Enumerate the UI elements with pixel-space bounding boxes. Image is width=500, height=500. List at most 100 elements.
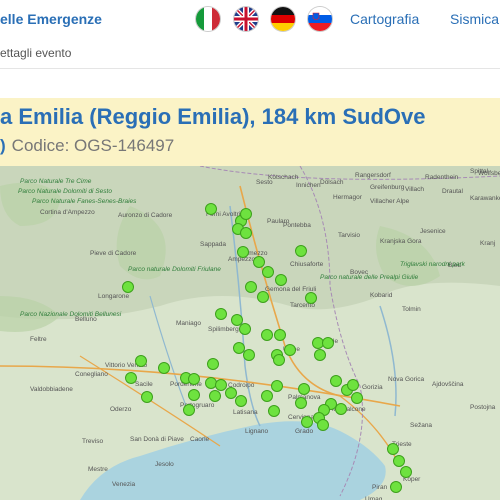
station-marker[interactable] xyxy=(335,403,347,415)
station-marker[interactable] xyxy=(317,419,329,431)
nav-sismica[interactable]: Sismica xyxy=(450,11,499,27)
station-marker[interactable] xyxy=(188,373,200,385)
map-place-label: Sappada xyxy=(200,241,227,248)
map-park-label: Parco Naturale Dolomiti di Sesto xyxy=(18,188,112,195)
station-marker[interactable] xyxy=(188,389,200,401)
station-marker[interactable] xyxy=(330,375,342,387)
station-marker[interactable] xyxy=(387,443,399,455)
map-place-label: Valdobbiadene xyxy=(30,386,73,393)
station-marker[interactable] xyxy=(122,281,134,293)
map-place-label: Conegliano xyxy=(75,371,108,378)
station-marker[interactable] xyxy=(235,395,247,407)
map-place-label: Villach xyxy=(405,186,425,193)
station-marker[interactable] xyxy=(271,380,283,392)
station-marker[interactable] xyxy=(245,281,257,293)
station-marker[interactable] xyxy=(207,358,219,370)
map-place-label: Nova Gorica xyxy=(388,376,425,383)
map-place-label: Wolfsberg xyxy=(478,170,500,177)
station-marker[interactable] xyxy=(268,405,280,417)
station-marker[interactable] xyxy=(314,349,326,361)
map-place-label: Ajdovščina xyxy=(432,381,464,388)
station-marker[interactable] xyxy=(390,481,402,493)
station-marker[interactable] xyxy=(393,455,405,467)
station-marker[interactable] xyxy=(261,390,273,402)
station-marker[interactable] xyxy=(237,246,249,258)
map-place-label: Longarone xyxy=(98,293,130,300)
map-place-label: Piran xyxy=(372,484,388,491)
slovenia-flag-icon[interactable] xyxy=(308,7,332,31)
station-marker[interactable] xyxy=(141,391,153,403)
map-park-label: Parco naturale Dolomiti Friulane xyxy=(128,266,221,273)
event-title: a Emilia (Reggio Emilia), 184 km SudOve xyxy=(0,104,426,129)
station-marker[interactable] xyxy=(240,227,252,239)
map-place-label: Pontebba xyxy=(283,222,311,229)
station-marker[interactable] xyxy=(347,379,359,391)
map-place-label: Greifenburg xyxy=(370,184,405,191)
map-place-label: Radenthein xyxy=(425,174,459,181)
event-title-banner: a Emilia (Reggio Emilia), 184 km SudOve … xyxy=(0,98,500,167)
station-marker[interactable] xyxy=(284,344,296,356)
station-marker[interactable] xyxy=(183,404,195,416)
station-marker[interactable] xyxy=(295,397,307,409)
map-park-label: Parco naturale delle Prealpi Giulie xyxy=(320,274,419,281)
breadcrumb: ettagli evento xyxy=(0,38,500,69)
station-marker[interactable] xyxy=(262,266,274,278)
station-marker[interactable] xyxy=(209,390,221,402)
map-place-label: Pieve di Cadore xyxy=(90,250,137,257)
breadcrumb-current[interactable]: ettagli evento xyxy=(0,46,71,60)
map-place-label: Sežana xyxy=(410,422,433,429)
uk-flag-icon[interactable] xyxy=(234,7,258,31)
station-marker[interactable] xyxy=(351,392,363,404)
map-place-label: Innichen xyxy=(296,182,321,189)
map-place-label: Latisana xyxy=(233,409,258,416)
station-marker[interactable] xyxy=(240,208,252,220)
map-place-label: Cortina d'Ampezzo xyxy=(40,209,95,216)
map-place-label: Maniago xyxy=(176,320,201,327)
map-place-label: Rangersdorf xyxy=(355,172,391,179)
station-marker[interactable] xyxy=(158,362,170,374)
germany-flag-icon[interactable] xyxy=(271,7,295,31)
map-place-label: Kobarid xyxy=(370,292,393,299)
italy-flag-icon[interactable] xyxy=(196,7,220,31)
top-navigation-bar: elle Emergenze Cartografia Sismica xyxy=(0,0,500,39)
station-marker[interactable] xyxy=(274,329,286,341)
station-marker[interactable] xyxy=(261,329,273,341)
station-marker[interactable] xyxy=(301,416,313,428)
event-map[interactable]: Sesto Innichen Dölsach Rangersdorf Greifenbu… xyxy=(0,166,500,500)
map-place-label: Hermagor xyxy=(333,194,362,201)
map-place-label: Kötschach xyxy=(268,174,299,181)
station-marker[interactable] xyxy=(275,274,287,286)
map-place-label: Villacher Alpe xyxy=(370,198,410,205)
map-place-label: Feltre xyxy=(30,336,47,343)
station-marker[interactable] xyxy=(273,354,285,366)
station-marker[interactable] xyxy=(298,383,310,395)
station-marker[interactable] xyxy=(135,355,147,367)
map-place-label: Drautal xyxy=(442,188,463,195)
station-marker[interactable] xyxy=(295,245,307,257)
station-marker[interactable] xyxy=(257,291,269,303)
map-place-label: Venezia xyxy=(112,481,136,488)
map-place-label: Umag xyxy=(365,496,383,500)
station-marker[interactable] xyxy=(243,349,255,361)
map-park-label: Parco Nazionale Dolomiti Bellunesi xyxy=(20,311,122,318)
event-title-paren: ) xyxy=(0,136,6,155)
map-place-label: Sacile xyxy=(135,381,153,388)
site-brand-title[interactable]: elle Emergenze xyxy=(0,11,102,27)
map-place-label: Oderzo xyxy=(110,406,132,413)
map-place-label: San Donà di Piave xyxy=(130,436,184,443)
station-marker[interactable] xyxy=(215,308,227,320)
station-marker[interactable] xyxy=(233,342,245,354)
station-marker[interactable] xyxy=(125,372,137,384)
map-place-label: Grado xyxy=(295,428,314,435)
station-marker[interactable] xyxy=(400,466,412,478)
station-marker[interactable] xyxy=(253,256,265,268)
station-marker[interactable] xyxy=(305,292,317,304)
station-marker[interactable] xyxy=(205,203,217,215)
nav-cartografia[interactable]: Cartografia xyxy=(350,11,419,27)
station-marker[interactable] xyxy=(239,323,251,335)
event-subtitle: ) Codice: OGS-146497 xyxy=(0,136,174,156)
map-place-label: Spilimbergo xyxy=(208,326,243,333)
station-marker[interactable] xyxy=(322,337,334,349)
event-code: Codice: OGS-146497 xyxy=(11,136,175,155)
map-place-label: Lignano xyxy=(245,428,269,435)
